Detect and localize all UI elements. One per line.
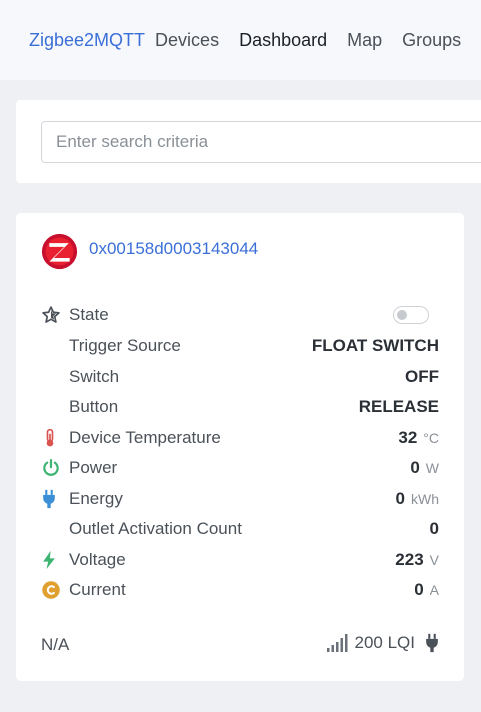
property-value: 0W <box>410 458 439 478</box>
plug-icon <box>41 487 69 511</box>
property-row-device-temperature: Device Temperature 32 °C <box>41 426 439 450</box>
bolt-icon <box>41 548 69 572</box>
property-value: 223 V <box>395 550 439 570</box>
nav-dashboard[interactable]: Dashboard <box>239 30 327 51</box>
property-label: Outlet Activation Count <box>69 519 242 538</box>
property-row-button: Button RELEASE <box>41 395 439 419</box>
zigbee-logo-icon <box>41 233 78 270</box>
star-icon <box>41 303 69 327</box>
signal-icon <box>326 634 349 652</box>
nav-groups[interactable]: Groups <box>402 30 461 51</box>
property-label: Energy <box>69 489 123 508</box>
power-icon <box>41 456 69 480</box>
property-label: Power <box>69 458 118 477</box>
property-row-outlet-activation-count: Outlet Activation Count 0 <box>41 517 439 541</box>
nav-map[interactable]: Map <box>347 30 382 51</box>
property-row-current: Current 0A <box>41 578 439 602</box>
property-label: Trigger Source <box>69 336 181 355</box>
lqi-value: 200 LQI <box>354 633 416 652</box>
property-label: Device Temperature <box>69 428 221 447</box>
property-label: Switch <box>69 367 120 386</box>
property-value: 0 kWh <box>396 489 439 509</box>
plug-icon <box>425 633 439 653</box>
value-number: 0 <box>414 580 424 599</box>
search-card <box>16 100 481 183</box>
property-row-state: State <box>41 303 439 327</box>
nav-devices[interactable]: Devices <box>155 30 219 51</box>
property-label: State <box>69 305 109 324</box>
value-unit: W <box>425 460 439 476</box>
property-row-switch: Switch OFF <box>41 365 439 389</box>
brand-link[interactable]: Zigbee2MQTT <box>29 30 145 51</box>
property-row-trigger-source: Trigger Source FLOAT SWITCH <box>41 334 439 358</box>
device-footer-status: 200 LQI <box>326 633 440 653</box>
value-unit: kWh <box>411 491 439 507</box>
property-value: 0 <box>429 519 439 538</box>
search-input[interactable] <box>41 121 481 163</box>
property-value: RELEASE <box>358 397 439 416</box>
property-value: 32 °C <box>398 428 439 448</box>
property-value: FLOAT SWITCH <box>311 336 439 355</box>
property-label: Voltage <box>69 550 126 569</box>
value-number: 32 <box>398 428 418 447</box>
last-seen: N/A <box>41 635 70 654</box>
state-toggle[interactable] <box>393 306 429 324</box>
value-unit: °C <box>423 430 439 446</box>
thermometer-icon <box>41 426 69 450</box>
property-label: Current <box>69 580 126 599</box>
toggle-knob <box>397 310 407 320</box>
top-navbar: Zigbee2MQTT Devices Dashboard Map Groups <box>0 0 481 80</box>
value-number: 223 <box>395 550 424 569</box>
property-value: 0A <box>414 580 439 600</box>
property-value: OFF <box>405 367 439 386</box>
value-number: 0 <box>395 489 405 508</box>
value-number: 0 <box>410 458 420 477</box>
device-card: 0x00158d0003143044 State Trigger Source … <box>16 213 464 681</box>
property-row-power: Power 0W <box>41 456 439 480</box>
device-ieee-link[interactable]: 0x00158d0003143044 <box>89 239 258 259</box>
value-unit: V <box>429 552 439 568</box>
property-row-energy: Energy 0 kWh <box>41 487 439 511</box>
property-label: Button <box>69 397 119 416</box>
property-row-voltage: Voltage 223 V <box>41 548 439 572</box>
current-icon <box>41 578 69 602</box>
value-unit: A <box>429 582 439 598</box>
